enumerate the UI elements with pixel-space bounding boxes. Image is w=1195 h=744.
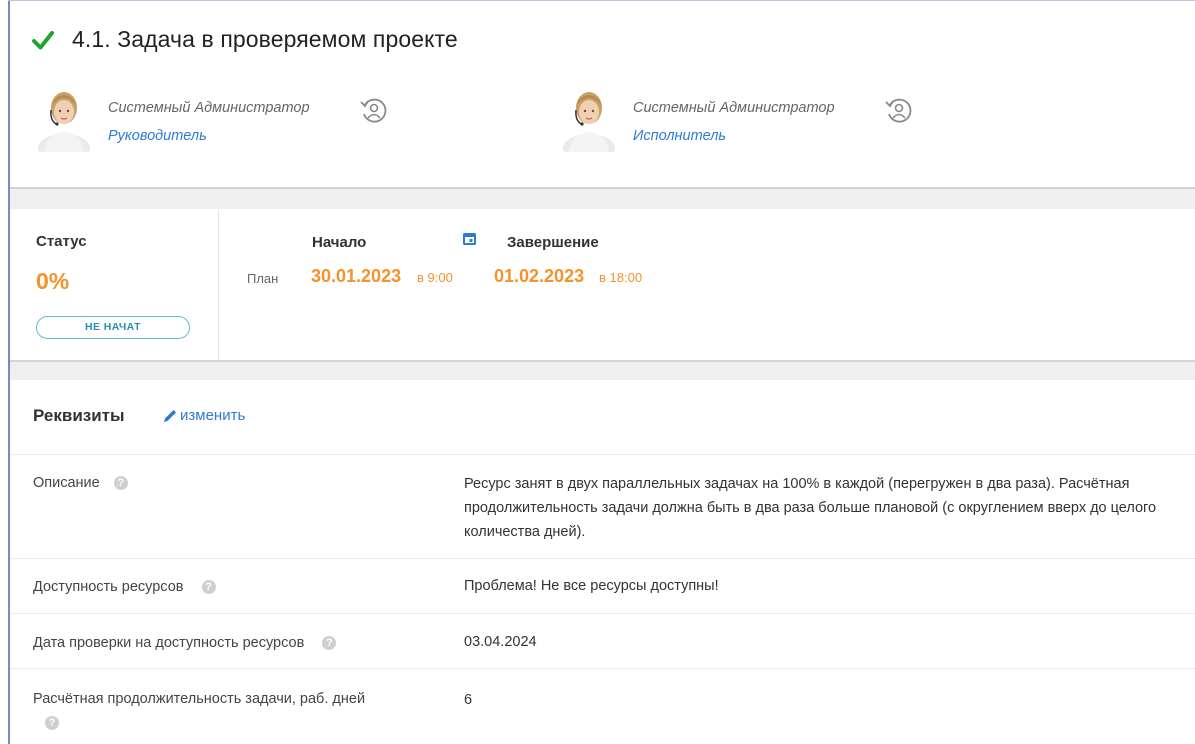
check-date-label: Дата проверки на доступность ресурсов ? (33, 635, 337, 651)
help-icon[interactable]: ? (322, 636, 337, 651)
executor-role-link[interactable]: Исполнитель (633, 128, 835, 144)
top-border (8, 0, 1195, 1)
details-title: Реквизиты (33, 406, 125, 425)
availability-label-text: Доступность ресурсов (33, 579, 184, 595)
task-title: 4.1. Задача в проверяемом проекте (72, 26, 458, 52)
manager-name: Системный Администратор (108, 100, 310, 116)
description-label-text: Описание (33, 475, 100, 491)
title-row: 4.1. Задача в проверяемом проекте (32, 26, 458, 53)
end-label: Завершение (507, 234, 599, 251)
avatar[interactable] (561, 86, 617, 152)
help-icon[interactable]: ? (201, 580, 216, 595)
description-value: Ресурс занят в двух параллельных задачах… (464, 476, 1157, 540)
duration-label: Расчётная продолжительность задачи, раб.… (33, 691, 365, 707)
divider-band (10, 362, 1195, 380)
status-percent: 0% (36, 268, 70, 294)
row-divider (10, 668, 1195, 669)
availability-label: Доступность ресурсов ? (33, 579, 216, 595)
check-date-value: 03.04.2024 (464, 634, 537, 650)
help-icon[interactable]: ? (45, 716, 59, 730)
plan-label: План (247, 271, 279, 286)
start-time: в 9:00 (417, 270, 453, 285)
row-divider (10, 454, 1195, 455)
row-divider (10, 613, 1195, 614)
edit-label: изменить (180, 407, 246, 424)
reassign-executor-icon[interactable] (884, 96, 914, 126)
duration-label-text: Расчётная продолжительность задачи, раб.… (33, 691, 366, 707)
avatar[interactable] (36, 86, 92, 152)
availability-value: Проблема! Не все ресурсы доступны! (464, 578, 719, 594)
start-date: 30.01.2023 (311, 266, 402, 286)
executor-block: Системный Администратор Исполнитель (561, 86, 835, 152)
manager-block: Системный Администратор Руководитель (36, 86, 310, 152)
description-label: Описание ? (33, 475, 128, 491)
calendar-icon[interactable] (462, 231, 477, 246)
end-date: 01.02.2023 (494, 266, 585, 286)
duration-value: 6 (464, 692, 473, 708)
check-icon (32, 30, 54, 49)
status-label: Статус (36, 233, 87, 250)
check-date-label-text: Дата проверки на доступность ресурсов (33, 635, 305, 651)
divider-band (10, 189, 1195, 209)
pencil-icon (164, 409, 176, 422)
executor-name: Системный Администратор (633, 100, 835, 116)
manager-role-link[interactable]: Руководитель (108, 128, 310, 144)
edit-details-link[interactable]: изменить (162, 407, 245, 424)
help-icon[interactable]: ? (113, 476, 128, 491)
task-card: 4.1. Задача в проверяемом проекте Систем… (0, 0, 1195, 744)
vertical-divider (218, 210, 219, 360)
end-time: в 18:00 (599, 270, 643, 285)
row-divider (10, 558, 1195, 559)
start-label: Начало (312, 234, 367, 251)
reassign-manager-icon[interactable] (359, 96, 389, 126)
status-badge[interactable]: НЕ НАЧАТ (36, 316, 190, 339)
